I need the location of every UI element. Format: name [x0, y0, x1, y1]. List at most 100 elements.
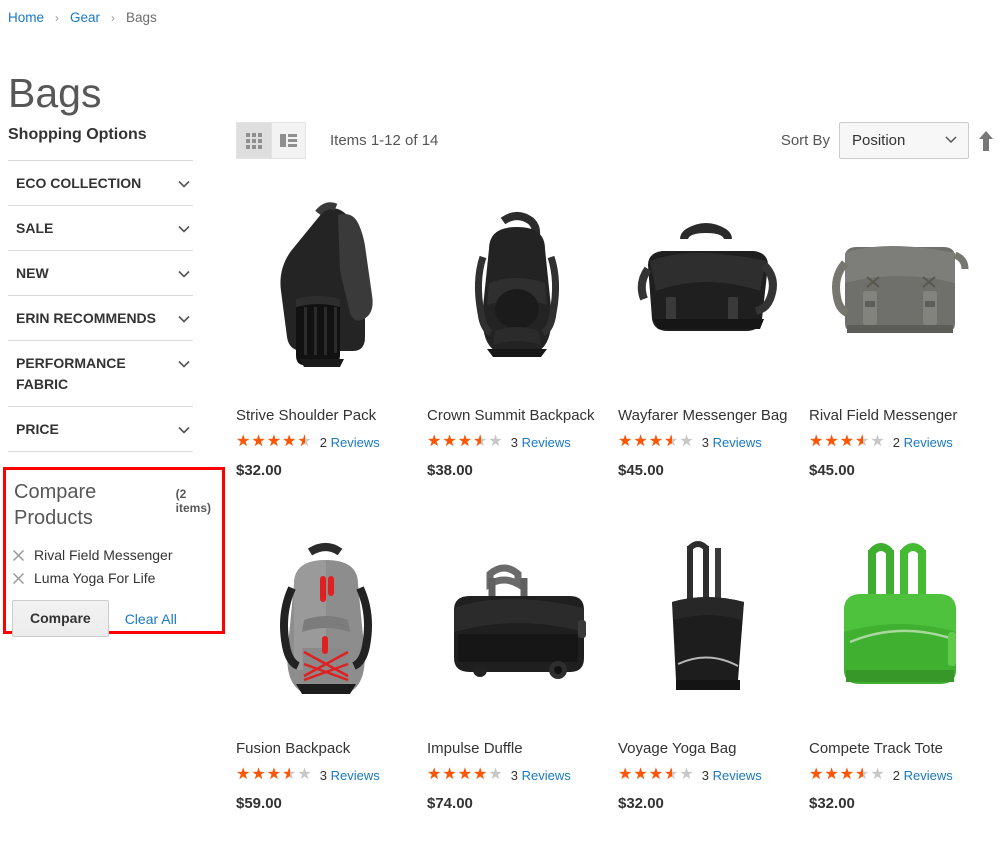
product-name[interactable]: Wayfarer Messenger Bag	[618, 406, 799, 426]
remove-icon[interactable]	[12, 549, 25, 562]
product-price: $59.00	[236, 795, 282, 812]
product-image-fusion-backpack[interactable]	[236, 513, 417, 735]
product-name[interactable]: Compete Track Tote	[809, 739, 990, 759]
star-rating: ★★★★★ ★★★★★	[427, 434, 504, 451]
reviews-link[interactable]: Reviews	[904, 435, 953, 450]
product-price: $32.00	[618, 795, 664, 812]
product-card[interactable]: Voyage Yoga Bag ★★★★★ ★★★★★ 3 Reviews $3…	[618, 513, 809, 812]
star-rating-filled: ★★★★★	[427, 767, 489, 783]
chevron-down-icon	[175, 355, 193, 373]
star-rating: ★★★★★ ★★★★★	[236, 767, 313, 784]
product-card[interactable]: Fusion Backpack ★★★★★ ★★★★★ 3 Reviews $5…	[236, 513, 427, 812]
filter-label: ERIN RECOMMENDS	[16, 310, 157, 326]
product-rating: ★★★★★ ★★★★★ 3 Reviews	[236, 767, 417, 784]
compare-list-item: Luma Yoga For Life	[12, 568, 222, 591]
product-price: $32.00	[236, 462, 282, 479]
star-rating: ★★★★★ ★★★★★	[236, 434, 313, 451]
product-name[interactable]: Strive Shoulder Pack	[236, 406, 417, 426]
product-price: $45.00	[618, 462, 664, 479]
product-image-rival-field-messenger[interactable]	[809, 180, 990, 402]
list-view-button[interactable]	[271, 122, 306, 159]
star-rating-filled: ★★★★★	[236, 434, 306, 450]
product-rating: ★★★★★ ★★★★★ 3 Reviews	[427, 767, 608, 784]
compare-products-title: Compare Products	[14, 481, 97, 529]
sort-select[interactable]: Position	[839, 122, 969, 159]
breadcrumb-item-home[interactable]: Home	[8, 9, 44, 27]
reviews-link[interactable]: Reviews	[904, 768, 953, 783]
product-image-compete-track-tote[interactable]	[809, 513, 990, 735]
product-card[interactable]: Crown Summit Backpack ★★★★★ ★★★★★ 3 Revi…	[427, 180, 618, 479]
reviews-link[interactable]: Reviews	[713, 768, 762, 783]
chevron-down-icon	[175, 265, 193, 283]
product-name[interactable]: Fusion Backpack	[236, 739, 417, 759]
product-name[interactable]: Voyage Yoga Bag	[618, 739, 799, 759]
compare-item-label[interactable]: Rival Field Messenger	[34, 547, 173, 563]
star-rating-filled: ★★★★★	[809, 434, 863, 450]
product-price: $74.00	[427, 795, 473, 812]
product-image-impulse-duffle[interactable]	[427, 513, 608, 735]
filter-price[interactable]: PRICE	[8, 406, 193, 451]
chevron-down-icon	[175, 421, 193, 439]
product-rating: ★★★★★ ★★★★★ 3 Reviews	[427, 434, 608, 451]
breadcrumb: Home › Gear › Bags	[8, 9, 157, 27]
product-reviews: 2 Reviews	[893, 768, 953, 783]
product-card[interactable]: Impulse Duffle ★★★★★ ★★★★★ 3 Reviews $74…	[427, 513, 618, 812]
product-reviews: 2 Reviews	[320, 435, 380, 450]
star-rating: ★★★★★ ★★★★★	[809, 767, 886, 784]
compare-products-count: (2 items)	[175, 487, 211, 515]
product-name[interactable]: Rival Field Messenger	[809, 406, 990, 426]
grid-view-button[interactable]	[236, 122, 271, 159]
compare-button[interactable]: Compare	[12, 600, 109, 637]
sort-by-label: Sort By	[780, 132, 830, 149]
product-rating: ★★★★★ ★★★★★ 3 Reviews	[618, 434, 799, 451]
breadcrumb-separator-icon: ›	[111, 11, 116, 25]
product-name[interactable]: Crown Summit Backpack	[427, 406, 608, 426]
compare-products-header: Compare Products (2 items)	[6, 470, 222, 531]
reviews-count: 3	[701, 768, 709, 783]
sidebar: Shopping Options ECO COLLECTION SALE NEW…	[8, 124, 193, 452]
remove-icon[interactable]	[12, 572, 25, 585]
filter-label: SALE	[16, 220, 54, 236]
chevron-down-icon	[943, 131, 959, 151]
reviews-link[interactable]: Reviews	[713, 435, 762, 450]
product-reviews: 2 Reviews	[893, 435, 953, 450]
reviews-link[interactable]: Reviews	[331, 768, 380, 783]
product-card[interactable]: Wayfarer Messenger Bag ★★★★★ ★★★★★ 3 Rev…	[618, 180, 809, 479]
filter-new[interactable]: NEW	[8, 250, 193, 295]
product-image-voyage-yoga-bag[interactable]	[618, 513, 799, 735]
items-count: Items 1-12 of 14	[330, 132, 439, 149]
list-icon	[280, 134, 297, 147]
reviews-link[interactable]: Reviews	[522, 435, 571, 450]
product-card[interactable]: Compete Track Tote ★★★★★ ★★★★★ 2 Reviews…	[809, 513, 1000, 812]
sort-controls: Sort By Position	[781, 122, 994, 159]
filter-label: PERFORMANCE FABRIC	[16, 355, 126, 392]
reviews-link[interactable]: Reviews	[331, 435, 380, 450]
product-price: $45.00	[809, 462, 855, 479]
star-rating-filled: ★★★★★	[427, 434, 481, 450]
product-image-wayfarer-messenger-bag[interactable]	[618, 180, 799, 402]
product-image-strive-shoulder-pack[interactable]	[236, 180, 417, 402]
product-card[interactable]: Strive Shoulder Pack ★★★★★ ★★★★★ 2 Revie…	[236, 180, 427, 479]
star-rating-filled: ★★★★★	[809, 767, 863, 783]
breadcrumb-separator-icon: ›	[55, 11, 60, 25]
filter-eco-collection[interactable]: ECO COLLECTION	[8, 160, 193, 205]
product-price: $32.00	[809, 795, 855, 812]
clear-all-link[interactable]: Clear All	[125, 611, 177, 627]
sort-direction-button[interactable]	[978, 130, 994, 152]
sort-select-value: Position	[852, 132, 906, 149]
breadcrumb-item-gear[interactable]: Gear	[70, 9, 100, 27]
star-rating: ★★★★★ ★★★★★	[618, 434, 695, 451]
filter-sale[interactable]: SALE	[8, 205, 193, 250]
star-rating: ★★★★★ ★★★★★	[618, 767, 695, 784]
reviews-link[interactable]: Reviews	[522, 768, 571, 783]
product-card[interactable]: Rival Field Messenger ★★★★★ ★★★★★ 2 Revi…	[809, 180, 1000, 479]
compare-item-label[interactable]: Luma Yoga For Life	[34, 570, 155, 586]
chevron-down-icon	[175, 175, 193, 193]
filter-performance-fabric[interactable]: PERFORMANCE FABRIC	[8, 340, 193, 406]
compare-items-list: Rival Field Messenger Luma Yoga For Life	[6, 531, 222, 591]
compare-list-item: Rival Field Messenger	[12, 545, 222, 568]
product-name[interactable]: Impulse Duffle	[427, 739, 608, 759]
product-image-crown-summit-backpack[interactable]	[427, 180, 608, 402]
filter-erin-recommends[interactable]: ERIN RECOMMENDS	[8, 295, 193, 340]
product-rating: ★★★★★ ★★★★★ 2 Reviews	[236, 434, 417, 451]
